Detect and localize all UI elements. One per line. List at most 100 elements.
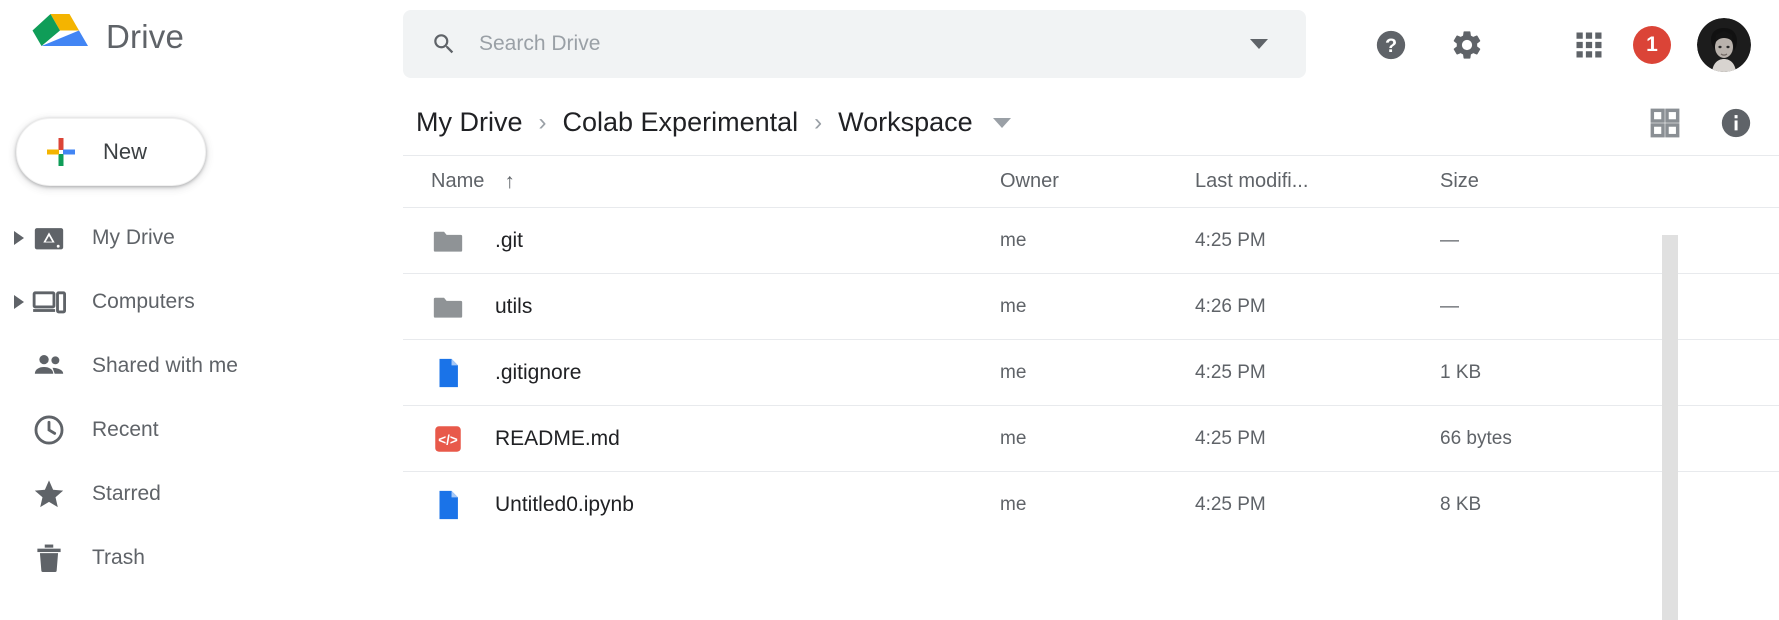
sidebar-item-label: Starred [92,482,161,505]
folder-icon [433,297,463,318]
breadcrumb-separator: › [538,108,547,136]
file-size: 1 KB [1440,361,1482,383]
folder-icon [433,231,463,252]
search-icon [434,34,454,54]
file-last-modified: 4:25 PM [1195,361,1266,383]
file-size: 66 bytes [1440,427,1512,449]
sort-ascending-icon[interactable]: ↑ [504,170,515,194]
info-circle-icon[interactable] [1719,106,1753,140]
file-owner: me [1000,295,1027,317]
sidebar-item-my-drive[interactable]: My Drive [0,206,403,270]
apps-grid-glyph [1576,32,1602,58]
file-last-modified: 4:25 PM [1195,427,1266,449]
file-blue-icon [439,358,458,387]
file-name-label: .git [495,228,524,252]
gear-icon[interactable] [1439,17,1495,73]
sidebar-nav: My Drive Computers Shared with me Recent… [0,206,403,590]
sidebar-item-label: My Drive [92,226,175,249]
sidebar-item-computers[interactable]: Computers [0,270,403,334]
clock-icon [34,415,64,445]
breadcrumb-item-workspace[interactable]: Workspace [838,107,973,138]
file-last-modified: 4:25 PM [1195,229,1266,251]
table-row[interactable]: Untitled0.ipynb me 4:25 PM 8 KB [403,471,1779,537]
file-size: — [1440,229,1459,251]
apps-grid-icon[interactable] [1561,17,1617,73]
scrollbar-thumb[interactable] [1662,235,1678,620]
computers-icon [32,291,66,314]
column-header-size[interactable]: Size [1440,170,1640,193]
header-actions: ? 1 [1363,0,1761,90]
search-bar[interactable] [403,10,1306,78]
vertical-scrollbar[interactable] [1662,220,1678,620]
file-owner: me [1000,361,1027,383]
file-name-cell[interactable]: .gitignore [403,356,1000,390]
sidebar: New My Drive Computers Shared with me Re… [0,90,403,620]
grid-view-icon[interactable] [1649,107,1681,139]
file-blue-icon [439,490,458,519]
people-icon [34,354,64,374]
breadcrumb: My Drive › Colab Experimental › Workspac… [403,90,1779,155]
file-name-label: README.md [495,426,620,450]
brand-title: Drive [106,18,185,55]
new-button[interactable]: New [16,118,206,186]
app-header: Drive ? [0,0,1779,90]
column-header-last-modified[interactable]: Last modifi... [1195,170,1440,193]
file-owner: me [1000,493,1027,515]
sidebar-item-recent[interactable]: Recent [0,398,403,462]
drive-hdd-icon [34,228,64,250]
breadcrumb-item-my-drive[interactable]: My Drive [416,107,523,138]
google-drive-logo [32,14,88,46]
expand-triangle-icon[interactable] [14,295,24,309]
file-size: 8 KB [1440,493,1482,515]
table-row[interactable]: </> README.md me 4:25 PM 66 bytes [403,405,1779,471]
file-owner: me [1000,427,1027,449]
sidebar-item-label: Trash [92,546,145,569]
file-name-label: .gitignore [495,360,582,384]
file-owner: me [1000,229,1027,251]
table-row[interactable]: .gitignore me 4:25 PM 1 KB [403,339,1779,405]
search-input[interactable] [479,32,1250,56]
sidebar-item-label: Shared with me [92,354,238,377]
file-name-cell[interactable]: utils [403,290,1000,324]
column-header-owner[interactable]: Owner [1000,170,1195,193]
chevron-down-icon[interactable] [1250,39,1268,49]
help-circle-icon[interactable]: ? [1363,17,1419,73]
file-last-modified: 4:25 PM [1195,493,1266,515]
main-content: My Drive › Colab Experimental › Workspac… [403,90,1779,620]
view-actions [1649,90,1753,155]
notification-badge[interactable]: 1 [1633,26,1671,64]
chevron-down-icon[interactable] [992,117,1011,128]
svg-text:</>: </> [438,432,458,447]
column-header-name[interactable]: Name ↑ [403,170,1000,194]
file-name-cell[interactable]: .git [403,224,1000,258]
sidebar-item-label: Computers [92,290,195,313]
star-icon [34,480,64,508]
code-file-icon: </> [435,425,461,452]
file-size: — [1440,295,1459,317]
file-last-modified: 4:26 PM [1195,295,1266,317]
help-glyph: ? [1376,30,1406,60]
file-name-label: utils [495,294,533,318]
avatar[interactable] [1697,18,1751,72]
new-button-label: New [103,139,148,164]
sidebar-item-starred[interactable]: Starred [0,462,403,526]
breadcrumb-item-colab-experimental[interactable]: Colab Experimental [563,107,799,138]
file-name-cell[interactable]: </> README.md [403,422,1000,456]
column-header-name-label: Name [431,170,485,192]
trash-icon [37,544,61,573]
brand[interactable]: Drive [32,12,184,62]
file-table: Name ↑ Owner Last modifi... Size .git me… [403,155,1779,537]
gear-glyph [1453,31,1481,59]
svg-text:?: ? [1385,35,1397,57]
file-name-label: Untitled0.ipynb [495,492,634,516]
table-row[interactable]: utils me 4:26 PM — [403,273,1779,339]
breadcrumb-separator: › [814,108,823,136]
sidebar-item-label: Recent [92,418,159,441]
sidebar-item-trash[interactable]: Trash [0,526,403,590]
sidebar-item-shared-with-me[interactable]: Shared with me [0,334,403,398]
drive-app-window: Drive ? [0,0,1779,620]
file-name-cell[interactable]: Untitled0.ipynb [403,488,1000,522]
table-row[interactable]: .git me 4:25 PM — [403,207,1779,273]
plus-icon [47,138,75,166]
expand-triangle-icon[interactable] [14,231,24,245]
